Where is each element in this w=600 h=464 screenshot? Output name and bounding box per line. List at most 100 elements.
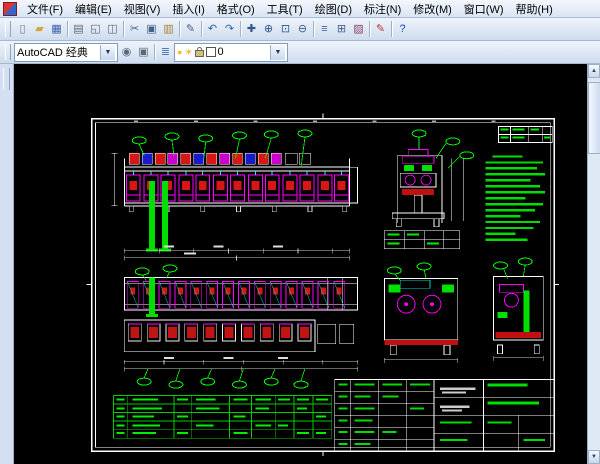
open-button[interactable]: ▰ bbox=[31, 19, 48, 39]
toolbar-separator bbox=[391, 21, 392, 37]
new-file-button[interactable]: ▯ bbox=[14, 19, 31, 39]
balloon-annotations bbox=[493, 257, 533, 279]
save-button[interactable]: ▦ bbox=[48, 19, 65, 39]
toolbar-separator bbox=[201, 21, 202, 37]
publish-icon: ◫ bbox=[107, 23, 118, 35]
menu-edit[interactable]: 编辑(E) bbox=[69, 0, 118, 18]
dimension-text bbox=[164, 245, 284, 255]
layer-properties-button[interactable]: ≣ bbox=[157, 42, 174, 62]
plot-preview-button[interactable]: ◱ bbox=[87, 19, 104, 39]
zoom-realtime-icon: ⊕ bbox=[263, 23, 274, 35]
menu-file[interactable]: 文件(F) bbox=[21, 0, 69, 18]
app-icon bbox=[3, 1, 17, 16]
tool-palettes-icon: ▨ bbox=[353, 23, 364, 35]
bulb-on-icon[interactable]: ● bbox=[177, 45, 182, 60]
hopper-blocks bbox=[129, 153, 312, 165]
menu-modify[interactable]: 修改(M) bbox=[407, 0, 458, 18]
match-properties-button[interactable]: ✎ bbox=[182, 19, 199, 39]
properties-button[interactable]: ≡ bbox=[316, 19, 333, 39]
designcenter-icon: ⊞ bbox=[336, 23, 347, 35]
plot-preview-icon: ◱ bbox=[90, 23, 101, 35]
section-view-top bbox=[384, 129, 475, 249]
vertical-scrollbar[interactable]: ▲ ▼ bbox=[587, 64, 600, 464]
workspace-settings-button[interactable]: ◉ bbox=[118, 42, 135, 62]
machine-units bbox=[125, 170, 350, 202]
scroll-down-icon: ▼ bbox=[591, 454, 597, 460]
open-folder-icon: ▰ bbox=[35, 23, 44, 35]
styles-toolbar: AutoCAD 经典 ▼ ◉ ▣ ≣ ● ☀ 0 ▼ bbox=[0, 41, 600, 64]
pan-button[interactable]: ✚ bbox=[243, 19, 260, 39]
dimension-text bbox=[164, 356, 289, 359]
cut-button[interactable]: ✂ bbox=[126, 19, 143, 39]
scroll-down-button[interactable]: ▼ bbox=[588, 450, 600, 464]
toolbar-separator bbox=[123, 21, 124, 37]
menu-tools[interactable]: 工具(T) bbox=[261, 0, 309, 18]
toolbar-separator bbox=[179, 21, 180, 37]
toolbar-separator bbox=[154, 44, 155, 60]
unlock-icon[interactable] bbox=[194, 47, 204, 57]
layer-combo[interactable]: ● ☀ 0 ▼ bbox=[174, 42, 288, 62]
toolbar-separator bbox=[240, 21, 241, 37]
main-area: ▲ ▼ bbox=[0, 64, 600, 464]
dropdown-arrow-icon[interactable]: ▼ bbox=[100, 44, 115, 60]
paste-icon: ▥ bbox=[163, 23, 174, 35]
title-block bbox=[334, 379, 555, 452]
menu-format[interactable]: 格式(O) bbox=[211, 0, 261, 18]
plot-button[interactable]: ▤ bbox=[70, 19, 87, 39]
zoom-window-icon: ⊡ bbox=[280, 23, 291, 35]
paste-button[interactable]: ▥ bbox=[160, 19, 177, 39]
front-elevation-view bbox=[111, 129, 358, 261]
undo-icon: ↶ bbox=[207, 23, 218, 35]
section-view-mid-left bbox=[383, 262, 459, 363]
help-button[interactable]: ? bbox=[394, 19, 411, 39]
plan-view bbox=[123, 264, 359, 389]
dimension-chains bbox=[124, 248, 350, 261]
zoom-previous-button[interactable]: ⊖ bbox=[294, 19, 311, 39]
zoom-realtime-button[interactable]: ⊕ bbox=[260, 19, 277, 39]
dock-grip[interactable] bbox=[3, 68, 10, 90]
freeze-sun-icon[interactable]: ☀ bbox=[184, 45, 192, 60]
layer-color-swatch[interactable] bbox=[205, 47, 216, 57]
publish-button[interactable]: ◫ bbox=[104, 19, 121, 39]
red-pencil-button[interactable]: ✎ bbox=[372, 19, 389, 39]
drawing-canvas[interactable] bbox=[14, 64, 587, 464]
tool-palettes-button[interactable]: ▨ bbox=[350, 19, 367, 39]
balloon-annotations bbox=[386, 262, 432, 281]
toolbar-grip[interactable] bbox=[5, 44, 11, 60]
scrollbar-thumb[interactable] bbox=[588, 82, 600, 154]
menu-window[interactable]: 窗口(W) bbox=[458, 0, 510, 18]
scroll-up-button[interactable]: ▲ bbox=[588, 64, 600, 78]
toolbar-separator bbox=[67, 21, 68, 37]
menu-help[interactable]: 帮助(H) bbox=[510, 0, 559, 18]
scrollbar-track[interactable] bbox=[588, 78, 600, 450]
save-workspace-button[interactable]: ▣ bbox=[135, 42, 152, 62]
toolbar-grip[interactable] bbox=[5, 21, 11, 37]
menu-dimension[interactable]: 标注(N) bbox=[358, 0, 407, 18]
machine-units-row2 bbox=[127, 323, 312, 342]
menu-draw[interactable]: 绘图(D) bbox=[309, 0, 358, 18]
grid-reference-marks bbox=[134, 120, 496, 123]
undo-button[interactable]: ↶ bbox=[204, 19, 221, 39]
workspace-combo[interactable]: AutoCAD 经典 ▼ bbox=[14, 42, 118, 62]
dimension-chains bbox=[124, 359, 358, 372]
designcenter-button[interactable]: ⊞ bbox=[333, 19, 350, 39]
zoom-window-button[interactable]: ⊡ bbox=[277, 19, 294, 39]
layer-name: 0 bbox=[217, 46, 224, 58]
copy-button[interactable]: ▣ bbox=[143, 19, 160, 39]
menu-view[interactable]: 视图(V) bbox=[118, 0, 167, 18]
match-properties-icon: ✎ bbox=[185, 23, 196, 35]
menubar: 文件(F) 编辑(E) 视图(V) 插入(I) 格式(O) 工具(T) 绘图(D… bbox=[0, 0, 600, 18]
red-pencil-icon: ✎ bbox=[375, 23, 386, 35]
parts-table bbox=[113, 395, 333, 439]
detail-table bbox=[384, 230, 461, 249]
menu-insert[interactable]: 插入(I) bbox=[166, 0, 210, 18]
redo-icon: ↷ bbox=[224, 23, 235, 35]
redo-button[interactable]: ↷ bbox=[221, 19, 238, 39]
standard-toolbar: ▯ ▰ ▦ ▤ ◱ ◫ ✂ ▣ ▥ ✎ ↶ ↷ ✚ ⊕ ⊡ ⊖ ≡ ⊞ ▨ ✎ … bbox=[0, 18, 600, 41]
pan-icon: ✚ bbox=[246, 23, 257, 35]
dropdown-arrow-icon[interactable]: ▼ bbox=[270, 44, 285, 60]
toolbar-separator bbox=[313, 21, 314, 37]
new-file-icon: ▯ bbox=[19, 23, 26, 35]
support-legs bbox=[128, 205, 348, 213]
properties-icon: ≡ bbox=[321, 23, 328, 35]
